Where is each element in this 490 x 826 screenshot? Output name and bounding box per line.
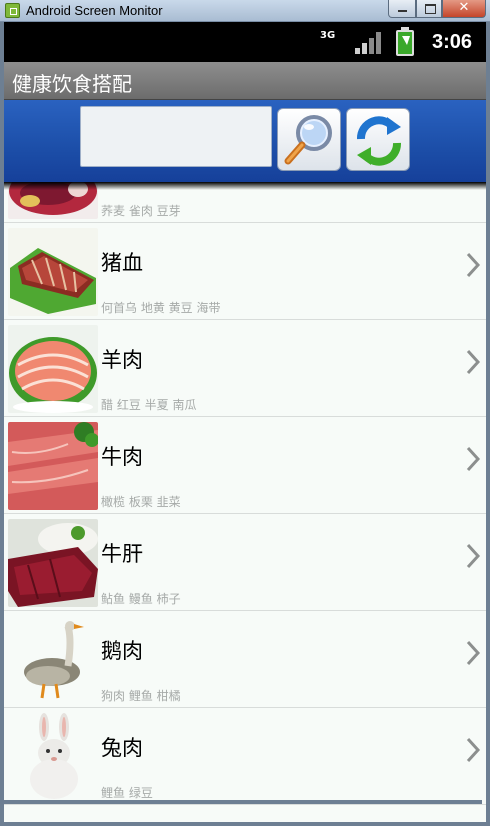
food-pairings: 鲇鱼 鳗鱼 柿子	[101, 592, 181, 606]
pork-blood-thumbnail	[8, 228, 98, 316]
chevron-right-icon	[466, 640, 481, 666]
list-item[interactable]: 兔肉 鲤鱼 绿豆	[4, 708, 486, 805]
chevron-right-icon	[466, 349, 481, 375]
beef-thumbnail	[8, 422, 98, 510]
search-button[interactable]	[277, 108, 341, 171]
food-pairings: 橄榄 板栗 韭菜	[101, 495, 181, 509]
signal-icon	[355, 32, 381, 54]
list-item[interactable]: 牛肝 鲇鱼 鳗鱼 柿子	[4, 514, 486, 611]
maximize-button[interactable]	[416, 0, 442, 18]
network-type-label: 3G	[320, 30, 336, 41]
food-pairings: 狗肉 鲤鱼 柑橘	[101, 689, 181, 703]
refresh-icon	[357, 116, 401, 166]
refresh-button[interactable]	[346, 108, 410, 171]
mutton-thumbnail	[8, 325, 98, 413]
rabbit-thumbnail	[8, 713, 98, 801]
search-input[interactable]	[80, 106, 272, 167]
status-time: 3:06	[432, 31, 473, 53]
food-pairings: 醋 红豆 半夏 南瓜	[101, 398, 197, 412]
app-title-bar: 健康饮食搭配	[4, 62, 486, 100]
food-name: 牛肝	[101, 542, 143, 566]
window-controls: ✕	[388, 0, 486, 19]
food-name: 羊肉	[101, 348, 143, 372]
toolbar-shadow	[4, 182, 486, 190]
status-bar: 3G 3:06	[4, 22, 486, 62]
food-list[interactable]: 荞麦 雀肉 豆芽 猪血 何首乌 地黄 黄豆 海带 羊肉 醋 红豆 半夏 南瓜 牛…	[4, 182, 486, 822]
list-item[interactable]: 牛肉 橄榄 板栗 韭菜	[4, 417, 486, 514]
search-bar	[4, 100, 486, 182]
food-pairings: 荞麦 雀肉 豆芽	[101, 204, 181, 218]
chevron-right-icon	[466, 543, 481, 569]
magnifier-icon	[284, 115, 332, 165]
food-name: 鹅肉	[101, 639, 143, 663]
beef-liver-thumbnail	[8, 519, 98, 607]
battery-charging-icon	[396, 27, 414, 56]
list-item[interactable]: 羊肉 醋 红豆 半夏 南瓜	[4, 320, 486, 417]
chevron-right-icon	[466, 737, 481, 763]
food-name: 猪血	[101, 251, 143, 275]
window-titlebar[interactable]: Android Screen Monitor ✕	[0, 0, 490, 22]
device-screen: 3G 3:06 健康饮食搭配 荞麦 雀肉 豆芽 猪血 何首乌 地黄 黄豆 海带 …	[4, 22, 486, 822]
food-name: 牛肉	[101, 445, 143, 469]
window-title: Android Screen Monitor	[26, 3, 163, 18]
list-item[interactable]: 鹅肉 狗肉 鲤鱼 柑橘	[4, 611, 486, 708]
food-pairings: 何首乌 地黄 黄豆 海带	[101, 301, 221, 315]
list-item[interactable]: 猪血 何首乌 地黄 黄豆 海带	[4, 223, 486, 320]
chevron-right-icon	[466, 446, 481, 472]
close-button[interactable]: ✕	[442, 0, 486, 18]
food-pairings: 鲤鱼 绿豆	[101, 786, 153, 800]
food-name: 兔肉	[101, 736, 143, 760]
app-window-icon	[5, 3, 20, 18]
goose-thumbnail	[8, 616, 98, 704]
window-bottom-border	[0, 800, 482, 804]
chevron-right-icon	[466, 252, 481, 278]
app-title: 健康饮食搭配	[12, 72, 132, 96]
minimize-button[interactable]	[388, 0, 416, 18]
